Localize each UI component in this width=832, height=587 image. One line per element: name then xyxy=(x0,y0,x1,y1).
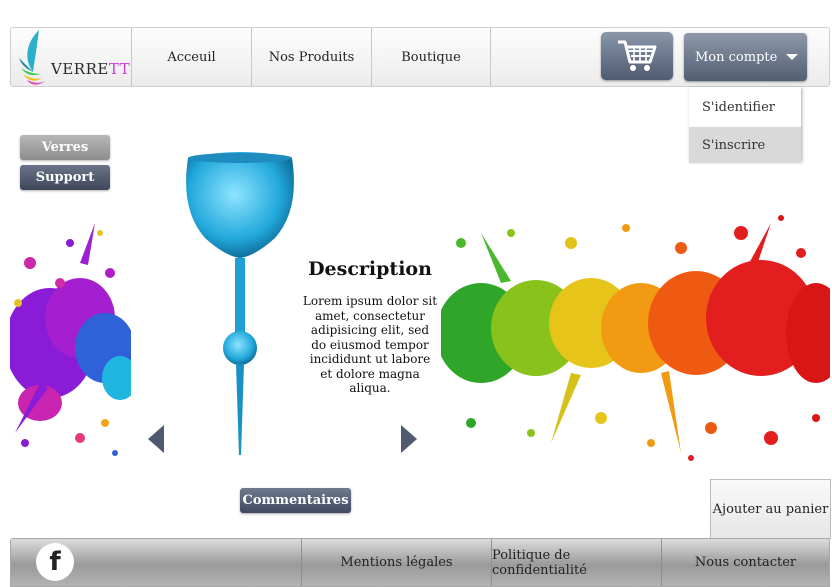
caret-down-icon xyxy=(786,54,798,60)
description-text: Lorem ipsum dolor sit amet, consectetur … xyxy=(302,294,438,395)
nav-label: Nos Produits xyxy=(268,49,355,65)
support-button[interactable]: Support xyxy=(20,165,110,190)
menu-item-login[interactable]: S'identifier xyxy=(689,89,801,125)
description-title: Description xyxy=(308,258,432,280)
paint-splash-left xyxy=(10,203,131,473)
menu-item-label: S'identifier xyxy=(702,99,775,115)
button-label: Verres xyxy=(41,140,89,155)
footer-link-label: Nous contacter xyxy=(694,555,797,570)
footer-link-label: Politique de confidentialité xyxy=(492,547,587,578)
product-glass-image xyxy=(180,150,300,460)
footer-link-label: Mentions légales xyxy=(340,555,453,570)
comments-button[interactable]: Commentaires xyxy=(240,488,351,513)
nav-label: Acceuil xyxy=(167,49,216,65)
button-label: Ajouter au panier xyxy=(712,501,829,517)
menu-item-label: S'inscrire xyxy=(702,137,766,153)
account-label: Mon compte xyxy=(695,49,778,65)
brand-logo[interactable]: VERRETT xyxy=(17,28,131,86)
menu-item-register[interactable]: S'inscrire xyxy=(689,127,801,163)
footer-link-contact[interactable]: Nous contacter xyxy=(661,539,829,586)
nav-boutique[interactable]: Boutique xyxy=(371,28,491,86)
cart-button[interactable] xyxy=(601,32,673,80)
footer-link-privacy[interactable]: Politique de confidentialité xyxy=(491,539,661,586)
footer: f Mentions légales Politique de confiden… xyxy=(10,538,830,587)
account-dropdown-button[interactable]: Mon compte xyxy=(684,33,807,81)
button-label: Support xyxy=(35,170,95,185)
paint-splash-right xyxy=(441,203,830,473)
verres-button[interactable]: Verres xyxy=(20,135,110,160)
top-navbar: VERRETT Acceuil Nos Produits Boutique Mo… xyxy=(10,27,830,87)
nav-label: Boutique xyxy=(401,49,461,65)
nav-accueil[interactable]: Acceuil xyxy=(131,28,251,86)
facebook-icon[interactable]: f xyxy=(36,543,74,581)
account-menu: S'identifier S'inscrire xyxy=(689,87,801,163)
carousel-next-arrow-icon[interactable] xyxy=(401,425,417,453)
add-to-cart-button[interactable]: Ajouter au panier xyxy=(710,479,831,539)
brand-name: VERRETT xyxy=(51,60,130,78)
footer-link-mentions[interactable]: Mentions légales xyxy=(301,539,491,586)
brand-name-part2: TT xyxy=(108,60,131,78)
carousel-prev-arrow-icon[interactable] xyxy=(148,425,164,453)
button-label: Commentaires xyxy=(242,493,349,508)
shopping-cart-icon xyxy=(618,40,657,71)
nav-nos-produits[interactable]: Nos Produits xyxy=(251,28,371,86)
brand-name-part1: VERRE xyxy=(51,60,109,78)
